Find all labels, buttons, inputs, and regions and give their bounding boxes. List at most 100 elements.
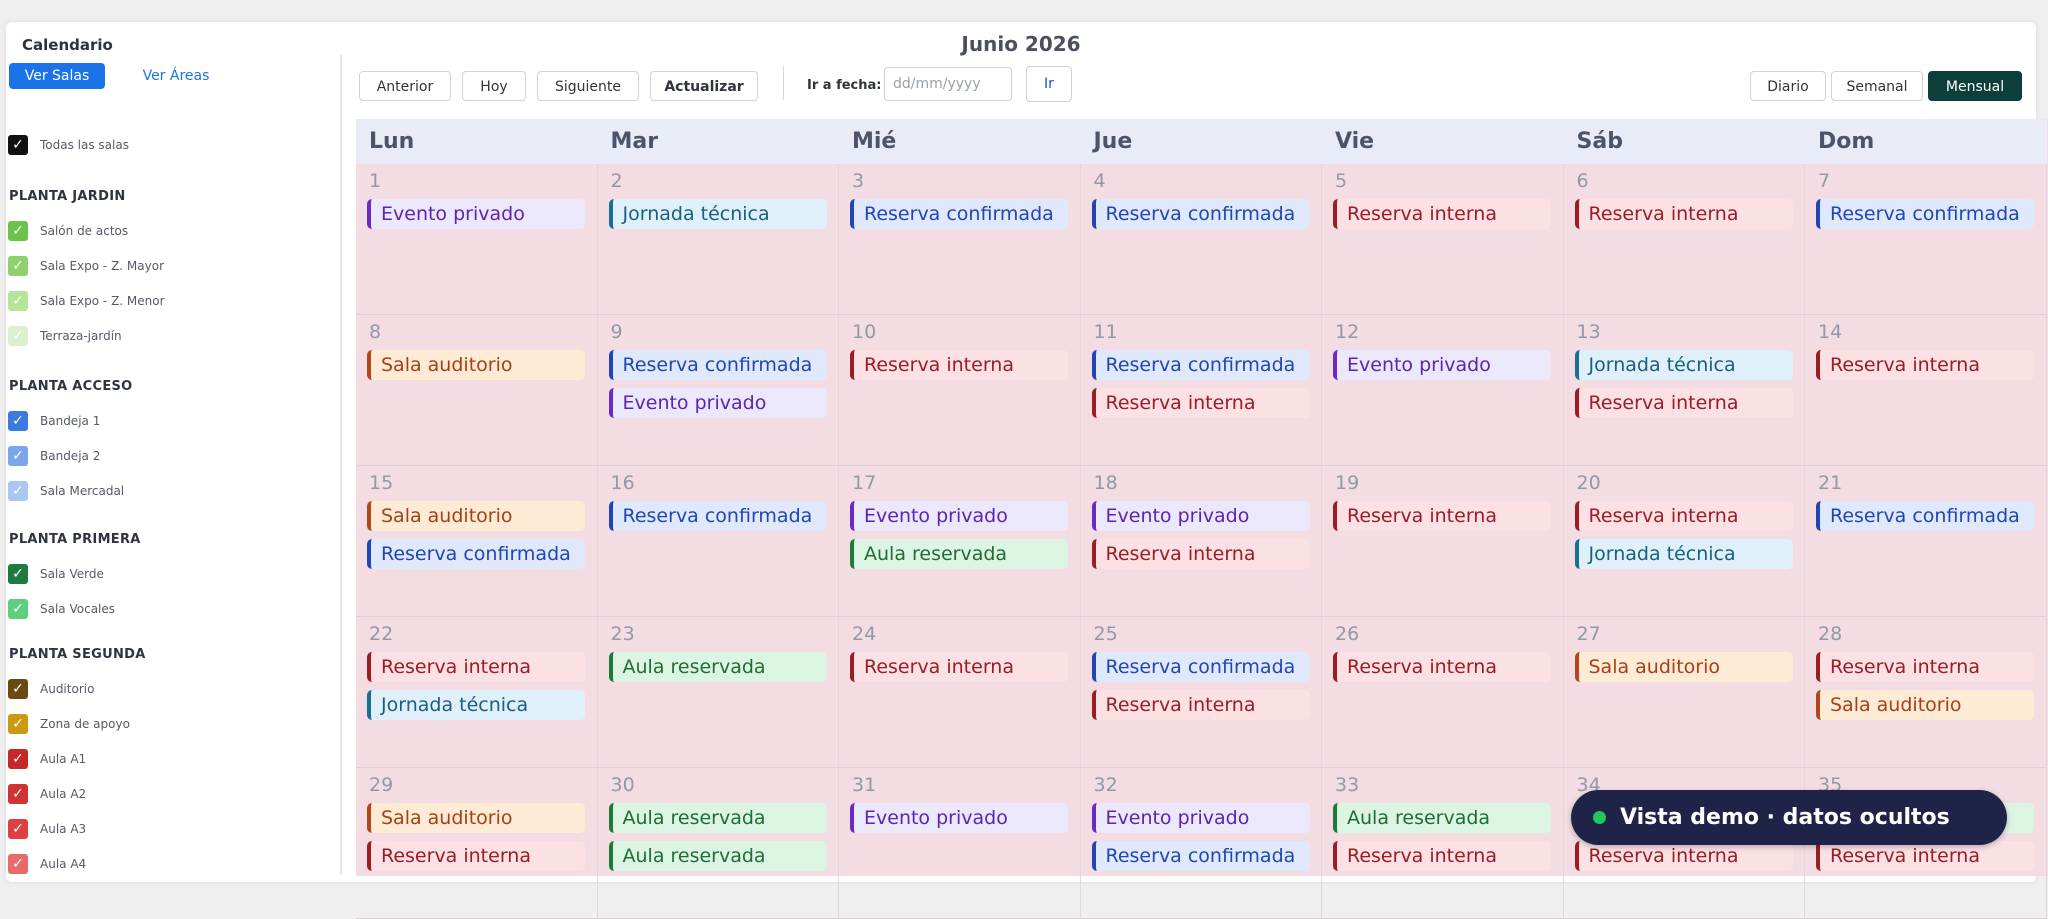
day-cell[interactable]: 31 Evento privado [839,768,1081,919]
room-checkbox-row[interactable]: ✓ Sala Vocales [8,597,115,621]
room-checkbox-row[interactable]: ✓ Aula A2 [8,782,86,806]
room-checkbox-row[interactable]: ✓ Aula A1 [8,747,86,771]
calendar-event[interactable]: Reserva interna [1091,539,1310,569]
checkbox-icon[interactable]: ✓ [8,221,28,241]
room-checkbox-row[interactable]: ✓ Bandeja 2 [8,444,100,468]
room-checkbox-row[interactable]: ✓ Zona de apoyo [8,712,130,736]
calendar-event[interactable]: Sala auditorio [367,350,585,380]
calendar-event[interactable]: Reserva confirmada [1091,350,1310,380]
calendar-event[interactable]: Sala auditorio [367,501,585,531]
day-cell[interactable]: 6 Reserva interna [1563,164,1805,315]
day-cell[interactable]: 4 Reserva confirmada [1080,164,1322,315]
next-button[interactable]: Siguiente [537,71,639,101]
room-checkbox-row[interactable]: ✓ Bandeja 1 [8,409,100,433]
view-areas-button[interactable]: Ver Áreas [122,63,230,89]
calendar-event[interactable]: Reserva interna [1574,501,1793,531]
calendar-event[interactable]: Aula reservada [608,803,827,833]
calendar-event[interactable]: Jornada técnica [1574,350,1793,380]
today-button[interactable]: Hoy [462,71,526,101]
day-cell[interactable]: 2 Jornada técnica [597,164,839,315]
calendar-event[interactable]: Aula reservada [1333,803,1551,833]
room-checkbox-row[interactable]: ✓ Aula A3 [8,817,86,841]
calendar-event[interactable]: Reserva interna [850,652,1068,682]
day-cell[interactable]: 19 Reserva interna [1322,466,1564,617]
day-cell[interactable]: 23 Aula reservada [597,617,839,768]
calendar-event[interactable]: Reserva interna [1816,350,2034,380]
calendar-event[interactable]: Reserva interna [1333,841,1551,871]
day-cell[interactable]: 32 Evento privado Reserva confirmada [1080,768,1322,919]
calendar-event[interactable]: Reserva interna [1574,388,1793,418]
view-weekly-button[interactable]: Semanal [1831,71,1923,101]
calendar-event[interactable]: Reserva confirmada [1091,841,1310,871]
day-cell[interactable]: 12 Evento privado [1322,315,1564,466]
go-button[interactable]: Ir [1026,66,1072,102]
checkbox-icon[interactable]: ✓ [8,714,28,734]
calendar-event[interactable]: Reserva confirmada [1816,501,2034,531]
day-cell[interactable]: 8 Sala auditorio [356,315,598,466]
view-monthly-button[interactable]: Mensual [1928,71,2022,101]
calendar-event[interactable]: Sala auditorio [1816,690,2034,720]
day-cell[interactable]: 27 Sala auditorio [1563,617,1805,768]
calendar-event[interactable]: Reserva interna [850,350,1068,380]
calendar-event[interactable]: Jornada técnica [608,199,827,229]
day-cell[interactable]: 3 Reserva confirmada [839,164,1081,315]
calendar-event[interactable]: Reserva confirmada [608,350,827,380]
calendar-event[interactable]: Jornada técnica [1574,539,1793,569]
day-cell[interactable]: 28 Reserva interna Sala auditorio [1805,617,2047,768]
calendar-event[interactable]: Evento privado [1091,501,1310,531]
refresh-button[interactable]: Actualizar [650,71,758,101]
day-cell[interactable]: 13 Jornada técnica Reserva interna [1563,315,1805,466]
calendar-event[interactable]: Reserva interna [1333,652,1551,682]
room-checkbox-row[interactable]: ✓ Sala Expo - Z. Mayor [8,254,164,278]
day-cell[interactable]: 17 Evento privado Aula reservada [839,466,1081,617]
checkbox-icon[interactable]: ✓ [8,679,28,699]
checkbox-icon[interactable]: ✓ [8,446,28,466]
day-cell[interactable]: 14 Reserva interna [1805,315,2047,466]
calendar-event[interactable]: Evento privado [608,388,827,418]
day-cell[interactable]: 7 Reserva confirmada [1805,164,2047,315]
checkbox-icon[interactable]: ✓ [8,599,28,619]
day-cell[interactable]: 18 Evento privado Reserva interna [1080,466,1322,617]
calendar-event[interactable]: Evento privado [1333,350,1551,380]
calendar-event[interactable]: Reserva interna [1574,199,1793,229]
calendar-event[interactable]: Evento privado [1091,803,1310,833]
day-cell[interactable]: 29 Sala auditorio Reserva interna [356,768,598,919]
day-cell[interactable]: 20 Reserva interna Jornada técnica [1563,466,1805,617]
checkbox-icon[interactable]: ✓ [8,481,28,501]
day-cell[interactable]: 16 Reserva confirmada [597,466,839,617]
day-cell[interactable]: 26 Reserva interna [1322,617,1564,768]
day-cell[interactable]: 22 Reserva interna Jornada técnica [356,617,598,768]
prev-button[interactable]: Anterior [359,71,451,101]
calendar-event[interactable]: Reserva interna [1816,841,2034,871]
view-salas-button[interactable]: Ver Salas [9,63,105,89]
calendar-event[interactable]: Reserva confirmada [367,539,585,569]
checkbox-icon[interactable]: ✓ [8,564,28,584]
calendar-event[interactable]: Reserva confirmada [850,199,1068,229]
calendar-event[interactable]: Sala auditorio [367,803,585,833]
calendar-event[interactable]: Evento privado [850,501,1068,531]
calendar-event[interactable]: Aula reservada [850,539,1068,569]
calendar-event[interactable]: Aula reservada [608,841,827,871]
all-rooms-checkbox-row[interactable]: ✓ Todas las salas [8,133,129,157]
room-checkbox-row[interactable]: ✓ Sala Verde [8,562,104,586]
day-cell[interactable]: 11 Reserva confirmada Reserva interna [1080,315,1322,466]
day-cell[interactable]: 33 Aula reservada Reserva interna [1322,768,1564,919]
calendar-event[interactable]: Reserva confirmada [1091,652,1310,682]
day-cell[interactable]: 5 Reserva interna [1322,164,1564,315]
day-cell[interactable]: 9 Reserva confirmada Evento privado [597,315,839,466]
calendar-event[interactable]: Reserva interna [367,841,585,871]
calendar-event[interactable]: Sala auditorio [1574,652,1793,682]
calendar-event[interactable]: Reserva confirmada [1816,199,2034,229]
day-cell[interactable]: 1 Evento privado [356,164,598,315]
room-checkbox-row[interactable]: ✓ Sala Expo - Z. Menor [8,289,165,313]
day-cell[interactable]: 25 Reserva confirmada Reserva interna [1080,617,1322,768]
calendar-event[interactable]: Reserva interna [1816,652,2034,682]
room-checkbox-row[interactable]: ✓ Auditorio [8,677,94,701]
room-checkbox-row[interactable]: ✓ Sala Mercadal [8,479,124,503]
date-input[interactable] [884,67,1012,101]
checkbox-icon[interactable]: ✓ [8,135,28,155]
room-checkbox-row[interactable]: ✓ Aula A4 [8,852,86,876]
day-cell[interactable]: 15 Sala auditorio Reserva confirmada [356,466,598,617]
checkbox-icon[interactable]: ✓ [8,411,28,431]
checkbox-icon[interactable]: ✓ [8,256,28,276]
